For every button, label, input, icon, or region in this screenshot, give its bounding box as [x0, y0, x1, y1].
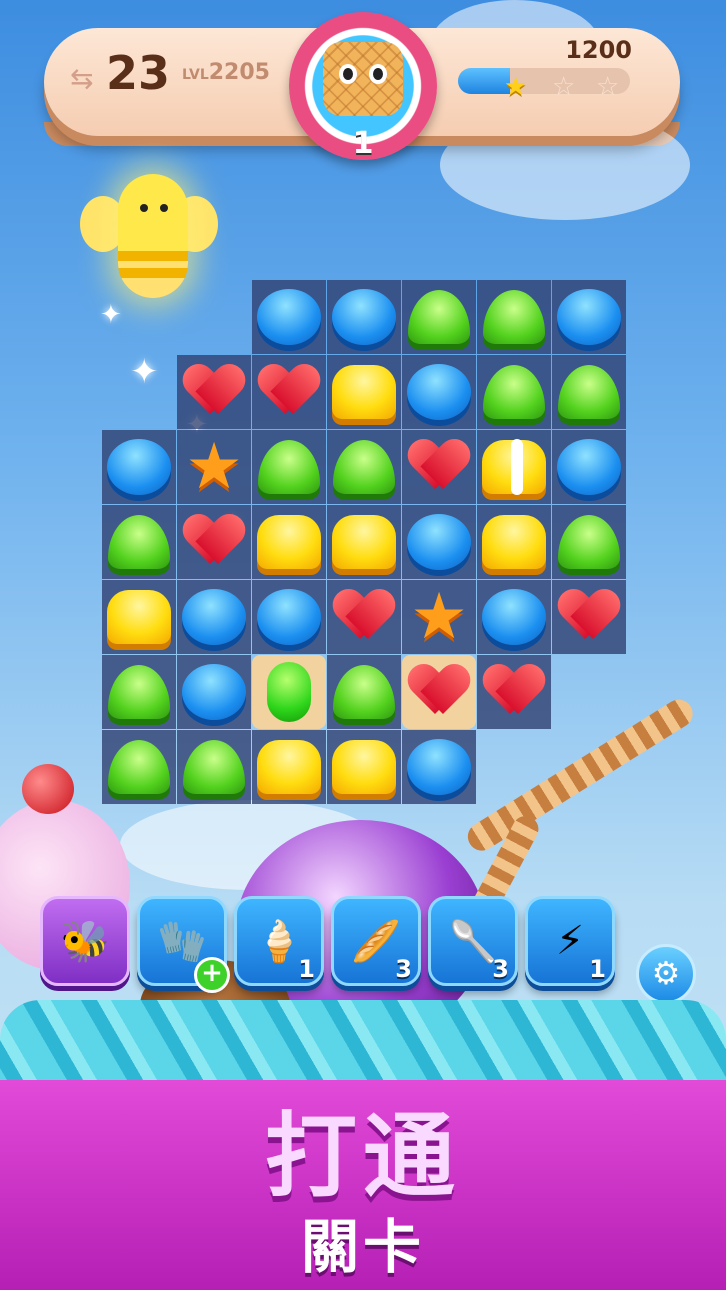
blue-candy[interactable]: [402, 505, 476, 579]
orange-candy[interactable]: ★: [177, 430, 251, 504]
green-candy[interactable]: [327, 430, 401, 504]
yellow-candy[interactable]: [477, 505, 551, 579]
green-candy[interactable]: [102, 730, 176, 804]
blue-candy[interactable]: [102, 430, 176, 504]
yellow-candy[interactable]: [327, 355, 401, 429]
booster-rolling-pin[interactable]: 🥖 3: [331, 896, 421, 986]
yellow-candy[interactable]: [252, 730, 326, 804]
red-candy[interactable]: [327, 580, 401, 654]
green-candy[interactable]: [477, 355, 551, 429]
green-candy[interactable]: [477, 280, 551, 354]
booster-count: 1: [298, 955, 315, 983]
green-candy[interactable]: [102, 505, 176, 579]
blue-candy[interactable]: [252, 280, 326, 354]
blue-candy[interactable]: [327, 280, 401, 354]
orange-candy[interactable]: ★: [402, 580, 476, 654]
banner-subtitle: 關卡: [300, 1213, 425, 1281]
blue-candy[interactable]: [552, 280, 626, 354]
booster-piping-bag[interactable]: 🍦 1: [234, 896, 324, 986]
blue-candy[interactable]: [402, 730, 476, 804]
yellow-candy[interactable]: [477, 430, 551, 504]
green-candy[interactable]: [327, 655, 401, 729]
lightning-balloon-icon: ⚡: [555, 918, 585, 964]
red-candy[interactable]: [402, 430, 476, 504]
booster-oven-mitt[interactable]: 🧤 +: [137, 896, 230, 993]
blue-candy[interactable]: [177, 655, 251, 729]
banner-title: 打通: [264, 1103, 461, 1210]
booster-count: 1: [589, 955, 606, 983]
green-candy[interactable]: [552, 355, 626, 429]
blue-candy[interactable]: [177, 580, 251, 654]
booster-bee-swarm[interactable]: 🐝: [40, 896, 130, 986]
red-candy[interactable]: [552, 580, 626, 654]
red-candy[interactable]: [177, 355, 251, 429]
red-candy[interactable]: [402, 655, 476, 729]
red-candy[interactable]: [252, 355, 326, 429]
bee-swarm-icon: 🐝: [60, 918, 110, 965]
red-candy[interactable]: [177, 505, 251, 579]
green-candy[interactable]: [177, 730, 251, 804]
blue-candy[interactable]: [552, 430, 626, 504]
spoon-icon: 🥄: [448, 918, 498, 965]
yellow-candy[interactable]: [252, 505, 326, 579]
booster-spoon[interactable]: 🥄 3: [428, 896, 518, 986]
booster-count: 3: [395, 955, 412, 983]
green-candy[interactable]: [252, 430, 326, 504]
red-candy[interactable]: [477, 655, 551, 729]
yellow-candy[interactable]: [102, 580, 176, 654]
piping-bag-icon: 🍦: [254, 918, 304, 965]
green-candy[interactable]: [402, 280, 476, 354]
oven-mitt-icon: 🧤: [157, 918, 207, 965]
yellow-candy[interactable]: [327, 505, 401, 579]
yellow-candy[interactable]: [327, 730, 401, 804]
blue-candy[interactable]: [477, 580, 551, 654]
booster-count: 3: [492, 955, 509, 983]
cocoon-candy[interactable]: [252, 655, 326, 729]
green-candy[interactable]: [102, 655, 176, 729]
gear-icon[interactable]: ⚙: [636, 944, 696, 1004]
blue-candy[interactable]: [402, 355, 476, 429]
plus-icon[interactable]: +: [194, 957, 230, 993]
blue-candy[interactable]: [252, 580, 326, 654]
rolling-pin-icon: 🥖: [351, 918, 401, 965]
booster-lightning-balloon[interactable]: ⚡ 1: [525, 896, 615, 986]
green-candy[interactable]: [552, 505, 626, 579]
